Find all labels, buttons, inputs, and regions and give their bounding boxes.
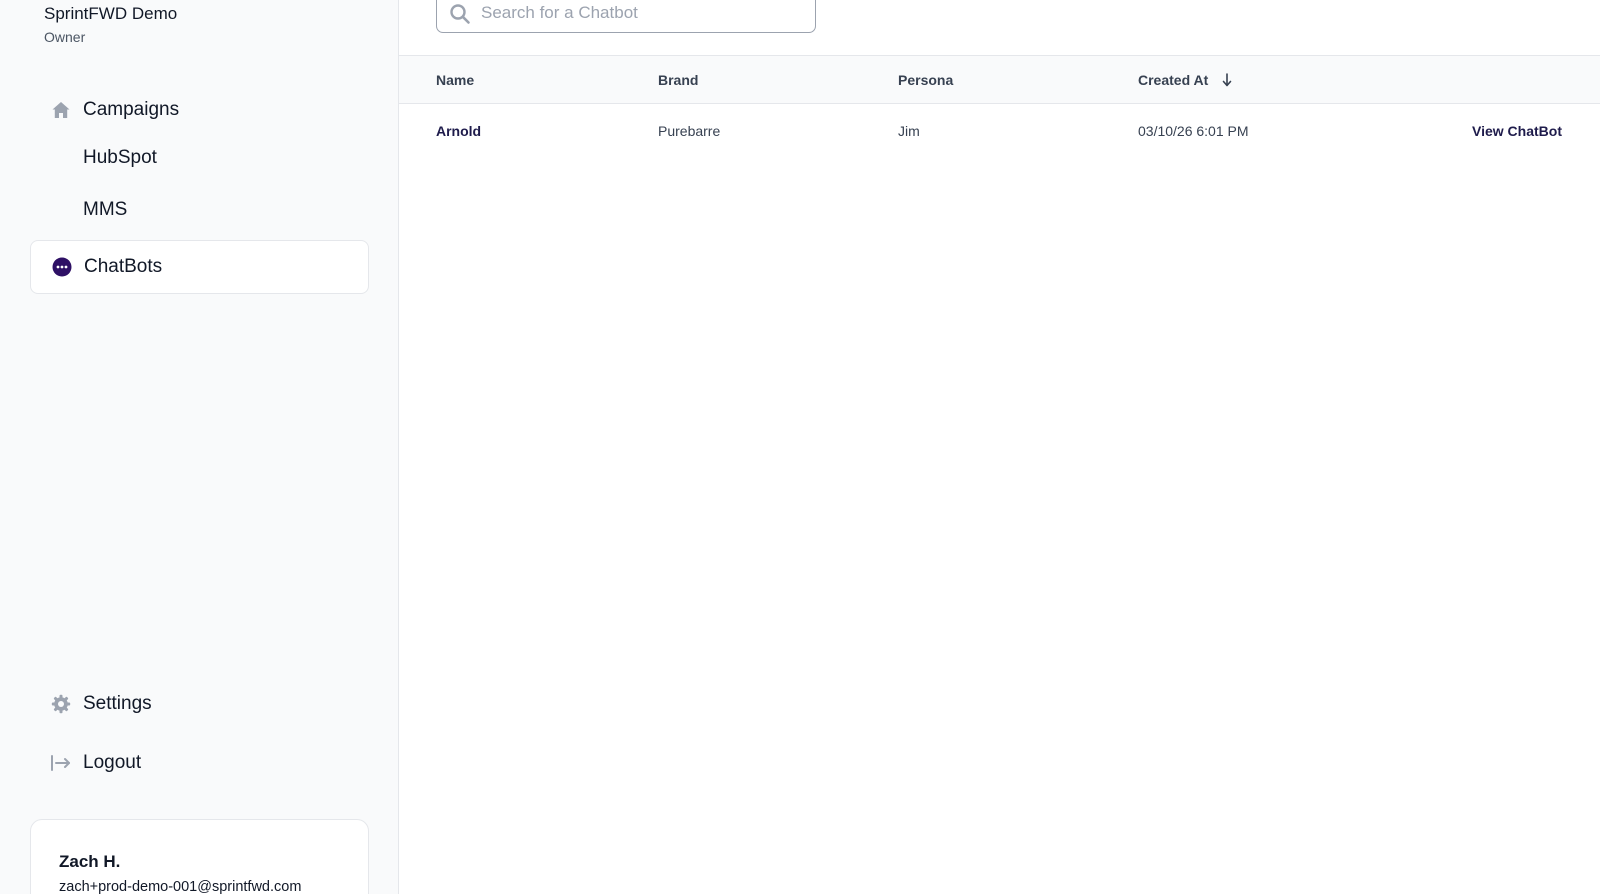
arrow-down-icon [1222,72,1232,90]
logout-icon [50,752,72,774]
user-email: zach+prod-demo-001@sprintfwd.com [59,879,302,894]
sidebar-item-label: Settings [83,693,152,714]
column-header-name[interactable]: Name [436,72,474,88]
sidebar-item-settings[interactable]: Settings [30,677,369,731]
search-box[interactable] [436,0,816,33]
main-content: Name Brand Persona Created At Arnold Pur… [399,0,1600,894]
sidebar: SprintFWD Demo Owner Campaigns HubSpot M… [0,0,399,894]
org-name: SprintFWD Demo [44,4,178,23]
sidebar-item-hubspot[interactable]: HubSpot [30,131,369,185]
column-header-persona[interactable]: Persona [898,72,953,88]
sidebar-item-label: HubSpot [83,147,157,168]
sidebar-item-logout[interactable]: Logout [30,736,369,790]
org-role: Owner [44,29,86,45]
cell-brand: Purebarre [658,123,721,139]
user-name: Zach H. [59,852,121,871]
sidebar-item-label: MMS [83,199,128,220]
sidebar-item-label: Campaigns [83,99,180,120]
user-card[interactable]: Zach H. zach+prod-demo-001@sprintfwd.com [30,819,369,894]
table-row: Arnold Purebarre Jim 03/10/26 6:01 PM Vi… [399,104,1600,159]
sidebar-item-label: ChatBots [84,256,163,277]
chat-bubble-icon [51,256,73,278]
sidebar-item-mms[interactable]: MMS [30,183,369,237]
search-icon [449,3,471,25]
cell-created-at: 03/10/26 6:01 PM [1138,123,1249,139]
column-header-created-at[interactable]: Created At [1138,72,1232,90]
org-switcher[interactable]: SprintFWD Demo Owner [44,4,177,45]
column-header-brand[interactable]: Brand [658,72,698,88]
cell-name[interactable]: Arnold [436,123,481,139]
table-header: Name Brand Persona Created At [399,55,1600,104]
gear-icon [50,693,72,715]
home-icon [50,99,72,121]
column-header-label: Created At [1138,72,1209,88]
sidebar-item-chatbots[interactable]: ChatBots [30,240,369,294]
cell-persona: Jim [898,123,920,139]
sidebar-item-campaigns[interactable]: Campaigns [30,83,369,137]
sidebar-item-label: Logout [83,752,142,773]
search-input[interactable] [481,1,801,25]
view-chatbot-link[interactable]: View ChatBot [1472,123,1562,139]
